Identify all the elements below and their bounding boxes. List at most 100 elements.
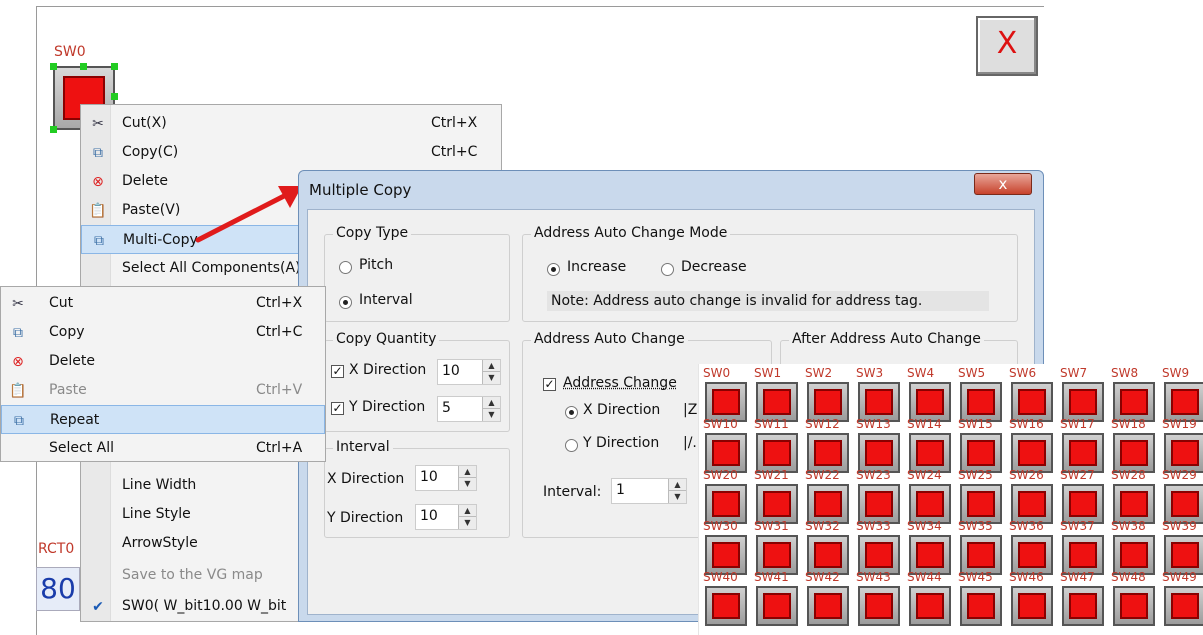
pitch-radio[interactable] — [339, 261, 352, 274]
menu-item-cut[interactable]: ✂ Cut(X) Ctrl+X — [81, 109, 501, 138]
grid-switch[interactable]: SW29 — [1158, 466, 1203, 524]
address-change-checkbox[interactable]: ✓ — [543, 378, 556, 391]
grid-switch[interactable]: SW34 — [903, 517, 954, 575]
dialog-close-button[interactable]: x — [974, 173, 1032, 195]
y-direction-checkbox[interactable]: ✓ — [331, 402, 344, 415]
switch-label: SW2 — [805, 366, 833, 380]
grid-switch[interactable]: SW9 — [1158, 364, 1203, 422]
interval-x-spinner[interactable]: 10 ▲ ▼ — [415, 465, 477, 491]
numeric-display[interactable]: 80 — [36, 567, 80, 611]
resize-handle[interactable] — [50, 126, 57, 133]
grid-switch[interactable]: SW17 — [1056, 415, 1107, 473]
grid-switch[interactable]: SW20 — [699, 466, 750, 524]
grid-switch[interactable]: SW28 — [1107, 466, 1158, 524]
interval-y-spinner[interactable]: 10 ▲ ▼ — [415, 504, 477, 530]
switch-face — [712, 491, 740, 517]
grid-switch[interactable]: SW25 — [954, 466, 1005, 524]
grid-switch[interactable]: SW38 — [1107, 517, 1158, 575]
addr-x-direction-radio[interactable] — [565, 406, 578, 419]
grid-switch[interactable]: SW39 — [1158, 517, 1203, 575]
grid-switch[interactable]: SW48 — [1107, 568, 1158, 626]
grid-switch[interactable]: SW42 — [801, 568, 852, 626]
grid-switch[interactable]: SW45 — [954, 568, 1005, 626]
spin-up-icon[interactable]: ▲ — [483, 397, 500, 409]
grid-switch[interactable]: SW22 — [801, 466, 852, 524]
grid-switch[interactable]: SW24 — [903, 466, 954, 524]
grid-switch[interactable]: SW5 — [954, 364, 1005, 422]
grid-switch[interactable]: SW11 — [750, 415, 801, 473]
grid-switch[interactable]: SW33 — [852, 517, 903, 575]
spin-up-icon[interactable]: ▲ — [459, 505, 476, 517]
grid-switch[interactable]: SW1 — [750, 364, 801, 422]
grid-switch[interactable]: SW36 — [1005, 517, 1056, 575]
menu-item-copy[interactable]: ⧉ Copy(C) Ctrl+C — [81, 138, 501, 167]
increase-radio[interactable] — [547, 263, 560, 276]
menu-item-copy[interactable]: ⧉ Copy Ctrl+C — [1, 318, 325, 347]
grid-switch[interactable]: SW44 — [903, 568, 954, 626]
spin-down-icon[interactable]: ▼ — [459, 517, 476, 529]
y-quantity-spinner[interactable]: 5 ▲ ▼ — [437, 396, 501, 422]
resize-handle[interactable] — [50, 63, 57, 70]
spin-up-icon[interactable]: ▲ — [669, 479, 686, 491]
grid-switch[interactable]: SW23 — [852, 466, 903, 524]
grid-switch[interactable]: SW14 — [903, 415, 954, 473]
grid-switch[interactable]: SW35 — [954, 517, 1005, 575]
grid-switch[interactable]: SW2 — [801, 364, 852, 422]
switch-face — [1171, 389, 1199, 415]
menu-item-repeat[interactable]: ⧉ Repeat — [1, 405, 325, 434]
grid-switch[interactable]: SW12 — [801, 415, 852, 473]
grid-switch[interactable]: SW47 — [1056, 568, 1107, 626]
x-quantity-spinner[interactable]: 10 ▲ ▼ — [437, 359, 501, 385]
grid-switch[interactable]: SW0 — [699, 364, 750, 422]
interval-radio[interactable] — [339, 296, 352, 309]
close-x-component[interactable]: X — [976, 16, 1038, 76]
grid-switch[interactable]: SW41 — [750, 568, 801, 626]
address-interval-spinner[interactable]: 1 ▲ ▼ — [611, 478, 687, 504]
switch-label: SW21 — [754, 468, 789, 482]
grid-switch[interactable]: SW10 — [699, 415, 750, 473]
grid-switch[interactable]: SW37 — [1056, 517, 1107, 575]
grid-switch[interactable]: SW6 — [1005, 364, 1056, 422]
menu-item-paste[interactable]: 📋 Paste Ctrl+V — [1, 376, 325, 405]
spin-down-icon[interactable]: ▼ — [669, 491, 686, 503]
grid-switch[interactable]: SW43 — [852, 568, 903, 626]
addr-y-direction-radio[interactable] — [565, 439, 578, 452]
spin-up-icon[interactable]: ▲ — [459, 466, 476, 478]
grid-switch[interactable]: SW49 — [1158, 568, 1203, 626]
grid-switch[interactable]: SW26 — [1005, 466, 1056, 524]
spin-down-icon[interactable]: ▼ — [459, 478, 476, 490]
menu-item-select-all[interactable]: Select All Ctrl+A — [1, 434, 325, 463]
grid-switch[interactable]: SW4 — [903, 364, 954, 422]
grid-switch[interactable]: SW40 — [699, 568, 750, 626]
grid-switch[interactable]: SW46 — [1005, 568, 1056, 626]
grid-switch[interactable]: SW32 — [801, 517, 852, 575]
spin-down-icon[interactable]: ▼ — [483, 409, 500, 421]
decrease-radio[interactable] — [661, 263, 674, 276]
grid-switch[interactable]: SW3 — [852, 364, 903, 422]
spin-down-icon[interactable]: ▼ — [483, 372, 500, 384]
grid-switch[interactable]: SW8 — [1107, 364, 1158, 422]
grid-switch[interactable]: SW31 — [750, 517, 801, 575]
grid-switch[interactable]: SW18 — [1107, 415, 1158, 473]
switch-button — [756, 586, 798, 626]
grid-switch[interactable]: SW21 — [750, 466, 801, 524]
switch-face — [865, 593, 893, 619]
menu-item-delete[interactable]: ⊗ Delete — [1, 347, 325, 376]
switch-face — [967, 491, 995, 517]
resize-handle[interactable] — [111, 63, 118, 70]
switch-label: SW32 — [805, 519, 840, 533]
resize-handle[interactable] — [80, 63, 87, 70]
x-direction-checkbox[interactable]: ✓ — [331, 365, 344, 378]
grid-switch[interactable]: SW30 — [699, 517, 750, 575]
grid-switch[interactable]: SW13 — [852, 415, 903, 473]
resize-handle[interactable] — [111, 93, 118, 100]
spin-up-icon[interactable]: ▲ — [483, 360, 500, 372]
grid-switch[interactable]: SW16 — [1005, 415, 1056, 473]
grid-switch[interactable]: SW19 — [1158, 415, 1203, 473]
grid-switch[interactable]: SW27 — [1056, 466, 1107, 524]
grid-switch[interactable]: SW15 — [954, 415, 1005, 473]
grid-switch[interactable]: SW7 — [1056, 364, 1107, 422]
menu-item-cut[interactable]: ✂ Cut Ctrl+X — [1, 289, 325, 318]
switch-face — [865, 491, 893, 517]
switch-face — [712, 593, 740, 619]
